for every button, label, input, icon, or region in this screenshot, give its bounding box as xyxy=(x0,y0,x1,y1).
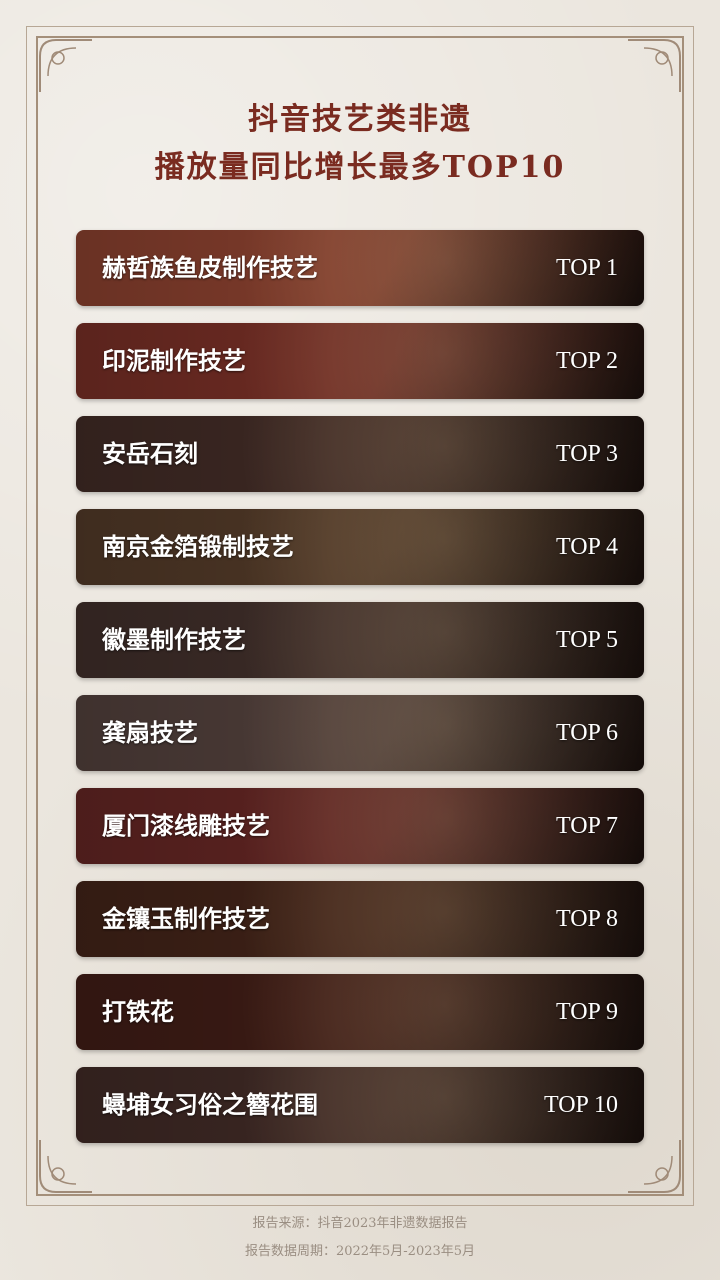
item-rank: TOP 4 xyxy=(555,534,618,560)
item-rank: TOP 8 xyxy=(555,906,618,932)
item-name: 蟳埔女习俗之簪花围 xyxy=(102,1090,318,1119)
item-rank: TOP 3 xyxy=(555,441,618,467)
item-name: 赫哲族鱼皮制作技艺 xyxy=(102,253,318,282)
title-line-2: 播放量同比增长最多TOP10 xyxy=(154,150,566,185)
item-name: 打铁花 xyxy=(102,997,174,1026)
corner-ornament-icon xyxy=(36,36,96,96)
item-rank: TOP 6 xyxy=(555,720,618,746)
ranking-item[interactable]: 南京金箔锻制技艺 TOP 4 xyxy=(76,509,644,585)
item-rank: TOP 7 xyxy=(555,813,618,839)
item-rank: TOP 1 xyxy=(555,255,618,281)
item-name: 龚扇技艺 xyxy=(102,718,198,747)
item-rank: TOP 2 xyxy=(555,348,618,374)
title-line-1: 抖音技艺类非遗 xyxy=(248,102,472,137)
item-name: 南京金箔锻制技艺 xyxy=(102,532,294,561)
item-rank: TOP 5 xyxy=(555,627,618,653)
footer: 报告来源：抖音2023年非遗数据报告 报告数据周期：2022年5月-2023年5… xyxy=(0,1210,720,1266)
ranking-list: 赫哲族鱼皮制作技艺 TOP 1 印泥制作技艺 TOP 2 安岳石刻 TOP 3 … xyxy=(76,230,644,1160)
ranking-item[interactable]: 徽墨制作技艺 TOP 5 xyxy=(76,602,644,678)
ranking-item[interactable]: 赫哲族鱼皮制作技艺 TOP 1 xyxy=(76,230,644,306)
report-period: 报告数据周期：2022年5月-2023年5月 xyxy=(244,1244,476,1259)
item-name: 徽墨制作技艺 xyxy=(102,625,246,654)
report-source: 报告来源：抖音2023年非遗数据报告 xyxy=(252,1216,468,1231)
item-name: 印泥制作技艺 xyxy=(102,346,246,375)
item-name: 金镶玉制作技艺 xyxy=(102,904,270,933)
ranking-item[interactable]: 厦门漆线雕技艺 TOP 7 xyxy=(76,788,644,864)
item-name: 安岳石刻 xyxy=(102,439,198,468)
ranking-item[interactable]: 蟳埔女习俗之簪花围 TOP 10 xyxy=(76,1067,644,1143)
ranking-item[interactable]: 龚扇技艺 TOP 6 xyxy=(76,695,644,771)
ranking-item[interactable]: 金镶玉制作技艺 TOP 8 xyxy=(76,881,644,957)
corner-ornament-icon xyxy=(624,36,684,96)
ranking-item[interactable]: 印泥制作技艺 TOP 2 xyxy=(76,323,644,399)
ranking-item[interactable]: 打铁花 TOP 9 xyxy=(76,974,644,1050)
ranking-item[interactable]: 安岳石刻 TOP 3 xyxy=(76,416,644,492)
item-rank: TOP 9 xyxy=(555,999,618,1025)
item-name: 厦门漆线雕技艺 xyxy=(102,811,270,840)
item-rank: TOP 10 xyxy=(543,1092,618,1118)
page-title: 抖音技艺类非遗 播放量同比增长最多TOP10 xyxy=(0,96,720,192)
